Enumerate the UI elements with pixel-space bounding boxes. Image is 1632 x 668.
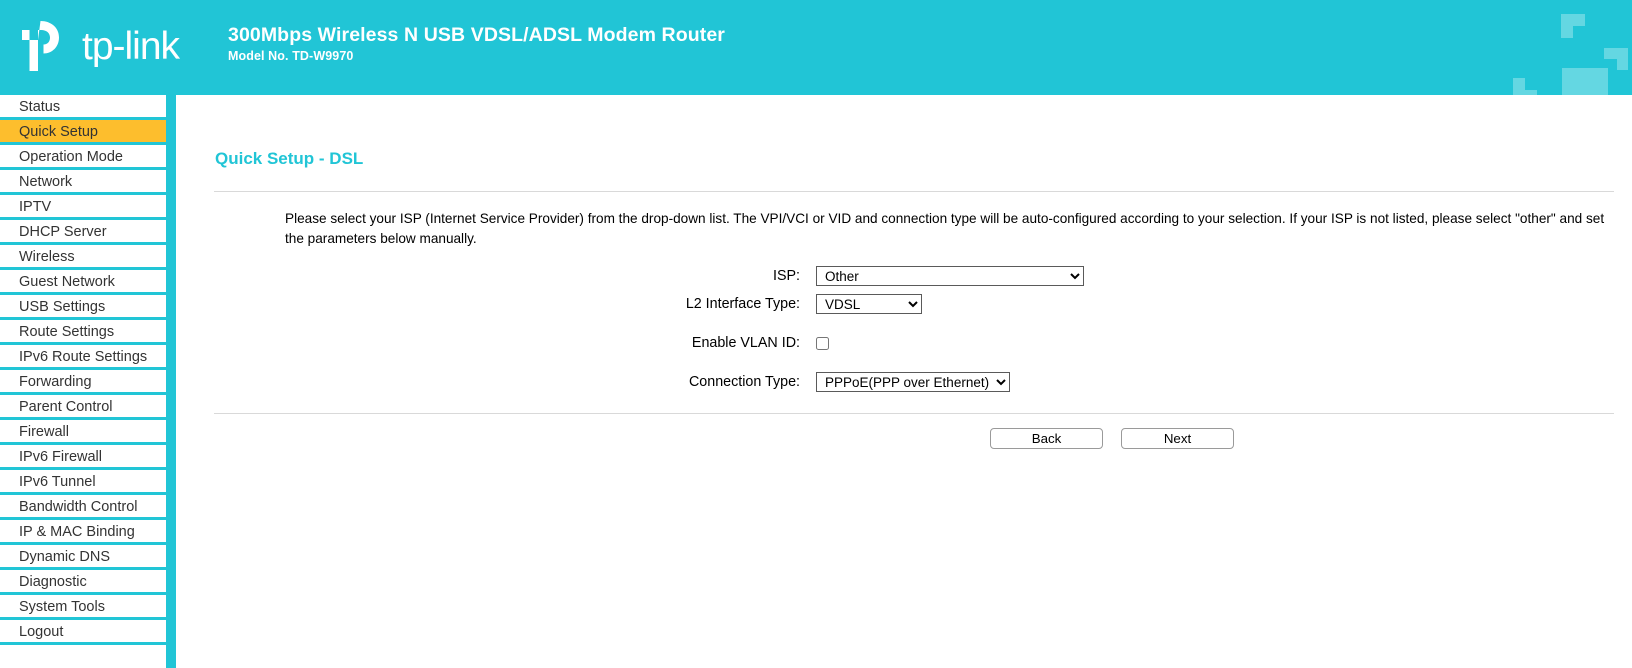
model-number: Model No. TD-W9970 <box>228 49 354 64</box>
form-divider <box>214 413 1614 415</box>
header-decoration-block-1 <box>1561 14 1585 26</box>
enable-vlan-id-checkbox[interactable] <box>816 336 829 350</box>
sidebar-item-forwarding[interactable]: Forwarding <box>0 370 166 395</box>
sidebar-item-logout[interactable]: Logout <box>0 620 166 645</box>
action-buttons: Back Next <box>214 428 1622 450</box>
title-divider <box>214 191 1614 192</box>
quick-setup-form: ISP: Other L2 Interface Type: VDSL Enabl… <box>214 266 1622 393</box>
connection-type-select[interactable]: PPPoE(PPP over Ethernet) <box>816 372 1010 393</box>
sidebar-item-dhcp-server[interactable]: DHCP Server <box>0 220 166 245</box>
sidebar-item-system-tools[interactable]: System Tools <box>0 595 166 620</box>
enable-vlan-id-row: Enable VLAN ID: <box>214 335 1622 351</box>
connection-type-row: Connection Type: PPPoE(PPP over Ethernet… <box>214 372 1622 393</box>
sidebar-item-parent-control[interactable]: Parent Control <box>0 395 166 420</box>
sidebar-item-ipv6-tunnel[interactable]: IPv6 Tunnel <box>0 470 166 495</box>
isp-label: ISP: <box>772 268 800 285</box>
sidebar-item-iptv[interactable]: IPTV <box>0 195 166 220</box>
l2-interface-type-label: L2 Interface Type: <box>685 296 800 313</box>
back-button[interactable]: Back <box>990 428 1103 450</box>
page-title: Quick Setup - DSL <box>215 149 364 168</box>
enable-vlan-id-label: Enable VLAN ID: <box>691 335 800 352</box>
sidebar-item-usb-settings[interactable]: USB Settings <box>0 295 166 320</box>
instruction-text: Please select your ISP (Internet Service… <box>285 211 1605 246</box>
brand-name: tp-link <box>82 24 180 68</box>
page-header: tp-link 300Mbps Wireless N USB VDSL/ADSL… <box>0 0 1632 95</box>
connection-type-label: Connection Type: <box>688 374 800 391</box>
sidebar-item-firewall[interactable]: Firewall <box>0 420 166 445</box>
l2-interface-type-select[interactable]: VDSL <box>816 294 922 315</box>
sidebar-item-route-settings[interactable]: Route Settings <box>0 320 166 345</box>
brand-logo[interactable]: tp-link <box>20 18 180 74</box>
sidebar-item-quick-setup[interactable]: Quick Setup <box>0 120 166 145</box>
product-title: 300Mbps Wireless N USB VDSL/ADSL Modem R… <box>228 24 725 46</box>
sidebar-navigation: Status Quick Setup Operation Mode Networ… <box>0 95 176 668</box>
sidebar-item-ip-mac-binding[interactable]: IP & MAC Binding <box>0 520 166 545</box>
sidebar-item-status[interactable]: Status <box>0 95 166 120</box>
sidebar-item-operation-mode[interactable]: Operation Mode <box>0 145 166 170</box>
sidebar-item-ipv6-route-settings[interactable]: IPv6 Route Settings <box>0 345 166 370</box>
sidebar-item-guest-network[interactable]: Guest Network <box>0 270 166 295</box>
sidebar-item-network[interactable]: Network <box>0 170 166 195</box>
isp-row: ISP: Other <box>214 266 1622 287</box>
header-decoration-block-4 <box>1617 59 1628 70</box>
tp-link-logo-icon <box>20 18 74 74</box>
header-decoration-block-8 <box>1585 88 1608 95</box>
sidebar-item-dynamic-dns[interactable]: Dynamic DNS <box>0 545 166 570</box>
next-button[interactable]: Next <box>1121 428 1234 450</box>
header-title-block: 300Mbps Wireless N USB VDSL/ADSL Modem R… <box>228 24 725 63</box>
isp-select[interactable]: Other <box>816 266 1084 287</box>
page-body: Status Quick Setup Operation Mode Networ… <box>0 95 1632 668</box>
sidebar-item-wireless[interactable]: Wireless <box>0 245 166 270</box>
header-decoration-block-3 <box>1604 48 1628 59</box>
header-decoration-block-2 <box>1561 26 1573 38</box>
router-admin-page: tp-link 300Mbps Wireless N USB VDSL/ADSL… <box>0 0 1632 668</box>
main-content: Quick Setup - DSL Please select your ISP… <box>176 95 1632 668</box>
sidebar-item-diagnostic[interactable]: Diagnostic <box>0 570 166 595</box>
sidebar-item-ipv6-firewall[interactable]: IPv6 Firewall <box>0 445 166 470</box>
header-decoration-block-5 <box>1513 78 1525 90</box>
l2-interface-type-row: L2 Interface Type: VDSL <box>214 294 1622 315</box>
sidebar-item-bandwidth-control[interactable]: Bandwidth Control <box>0 495 166 520</box>
